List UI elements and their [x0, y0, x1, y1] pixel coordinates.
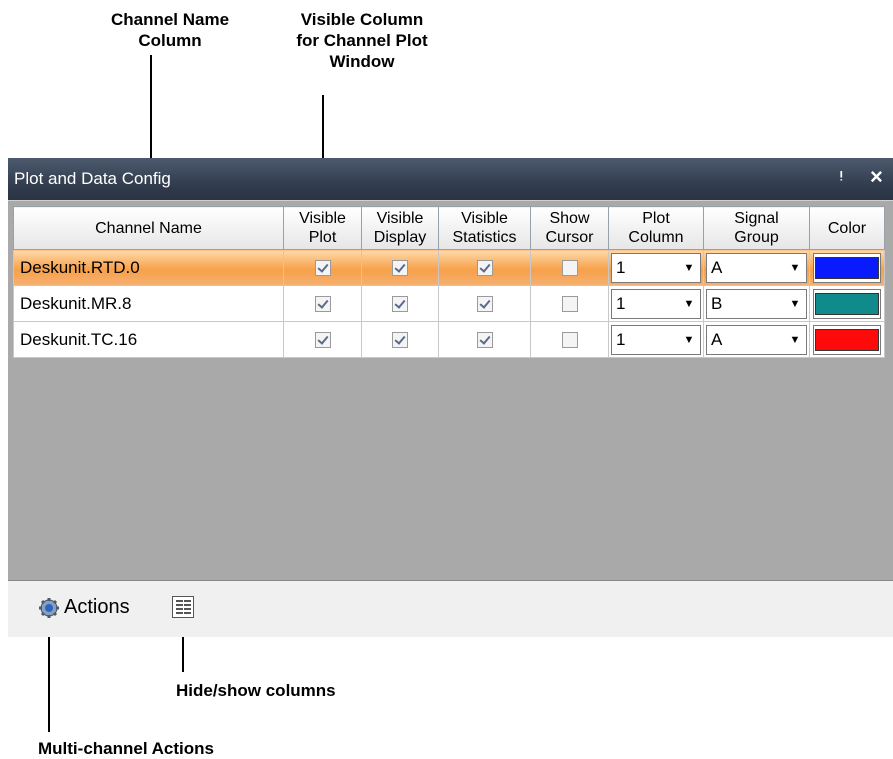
table-row[interactable]: Deskunit.TC.16 1 ▼ A ▼ — [13, 321, 885, 358]
panel-title: Plot and Data Config — [14, 169, 171, 188]
pin-icon[interactable]: ᵎ — [840, 166, 843, 187]
table-row[interactable]: Deskunit.MR.8 1 ▼ B ▼ — [13, 285, 885, 322]
header-color[interactable]: Color — [809, 206, 885, 250]
visible-plot-checkbox[interactable] — [314, 332, 331, 349]
signal-group-dropdown[interactable]: B ▼ — [706, 288, 807, 319]
channel-name-cell[interactable]: Deskunit.RTD.0 — [13, 249, 284, 286]
panel-footer — [8, 580, 893, 637]
chevron-down-icon[interactable]: ▼ — [784, 326, 806, 354]
header-signal-group[interactable]: Signal Group — [703, 206, 810, 250]
signal-group-cell: A ▼ — [703, 249, 810, 286]
panel-titlebar: Plot and Data Config ᵎ × — [8, 158, 893, 200]
header-visible-display[interactable]: Visible Display — [361, 206, 439, 250]
visible-plot-checkbox[interactable] — [314, 260, 331, 277]
plot-column-cell: 1 ▼ — [608, 249, 704, 286]
header-visible-plot[interactable]: Visible Plot — [283, 206, 362, 250]
color-picker[interactable] — [813, 324, 881, 355]
header-channel-name[interactable]: Channel Name — [13, 206, 284, 250]
signal-group-cell: B ▼ — [703, 285, 810, 322]
visible-display-checkbox[interactable] — [392, 260, 408, 277]
visible-plot-cell — [283, 285, 362, 322]
show-cursor-checkbox[interactable] — [561, 332, 578, 349]
channel-name-cell[interactable]: Deskunit.MR.8 — [13, 285, 284, 322]
chevron-down-icon[interactable]: ▼ — [784, 254, 806, 282]
visible-statistics-cell — [438, 285, 531, 322]
signal-group-dropdown[interactable]: A ▼ — [706, 324, 807, 355]
chevron-down-icon[interactable]: ▼ — [678, 290, 700, 318]
header-plot-column[interactable]: Plot Column — [608, 206, 704, 250]
header-visible-statistics[interactable]: Visible Statistics — [438, 206, 531, 250]
color-swatch — [815, 256, 879, 279]
plot-column-value: 1 — [616, 257, 626, 277]
visible-display-cell — [361, 321, 439, 358]
visible-statistics-checkbox[interactable] — [476, 296, 493, 313]
signal-group-value: A — [711, 329, 723, 349]
color-picker[interactable] — [813, 288, 881, 319]
gear-icon[interactable] — [38, 597, 60, 619]
plot-column-dropdown[interactable]: 1 ▼ — [611, 252, 701, 283]
actions-button[interactable]: Actions — [64, 596, 130, 619]
visible-statistics-checkbox[interactable] — [476, 332, 493, 349]
plot-column-dropdown[interactable]: 1 ▼ — [611, 324, 701, 355]
color-cell — [809, 321, 885, 358]
columns-icon[interactable] — [172, 596, 194, 618]
color-cell — [809, 285, 885, 322]
annotation-channel-name-column: Channel Name Column — [110, 10, 230, 50]
visible-display-checkbox[interactable] — [392, 296, 408, 313]
channel-table: Channel Name Visible Plot Visible Displa… — [13, 206, 885, 358]
show-cursor-cell — [530, 321, 609, 358]
table-row[interactable]: Deskunit.RTD.0 1 ▼ A ▼ — [13, 249, 885, 286]
show-cursor-cell — [530, 249, 609, 286]
color-cell — [809, 249, 885, 286]
chevron-down-icon[interactable]: ▼ — [678, 326, 700, 354]
visible-display-checkbox[interactable] — [392, 332, 408, 349]
color-swatch — [815, 328, 879, 351]
show-cursor-checkbox[interactable] — [561, 260, 578, 277]
visible-statistics-cell — [438, 249, 531, 286]
visible-plot-checkbox[interactable] — [314, 296, 331, 313]
plot-column-value: 1 — [616, 329, 626, 349]
channel-grid: Channel Name Visible Plot Visible Displa… — [8, 200, 893, 581]
signal-group-value: B — [711, 293, 723, 313]
signal-group-dropdown[interactable]: A ▼ — [706, 252, 807, 283]
annotation-hide-show-columns: Hide/show columns — [176, 681, 336, 700]
plot-column-dropdown[interactable]: 1 ▼ — [611, 288, 701, 319]
chevron-down-icon[interactable]: ▼ — [784, 290, 806, 318]
chevron-down-icon[interactable]: ▼ — [678, 254, 700, 282]
channel-name-cell[interactable]: Deskunit.TC.16 — [13, 321, 284, 358]
annotation-multi-channel-actions: Multi-channel Actions — [38, 739, 214, 758]
close-icon[interactable]: × — [870, 164, 883, 190]
show-cursor-checkbox[interactable] — [561, 296, 578, 313]
color-picker[interactable] — [813, 252, 881, 283]
signal-group-value: A — [711, 257, 723, 277]
show-cursor-cell — [530, 285, 609, 322]
plot-column-value: 1 — [616, 293, 626, 313]
plot-column-cell: 1 ▼ — [608, 321, 704, 358]
visible-display-cell — [361, 249, 439, 286]
visible-display-cell — [361, 285, 439, 322]
visible-plot-cell — [283, 249, 362, 286]
signal-group-cell: A ▼ — [703, 321, 810, 358]
plot-column-cell: 1 ▼ — [608, 285, 704, 322]
header-show-cursor[interactable]: Show Cursor — [530, 206, 609, 250]
visible-plot-cell — [283, 321, 362, 358]
annotation-visible-column: Visible Column for Channel Plot Window — [296, 10, 428, 71]
visible-statistics-cell — [438, 321, 531, 358]
visible-statistics-checkbox[interactable] — [476, 260, 493, 277]
color-swatch — [815, 292, 879, 315]
